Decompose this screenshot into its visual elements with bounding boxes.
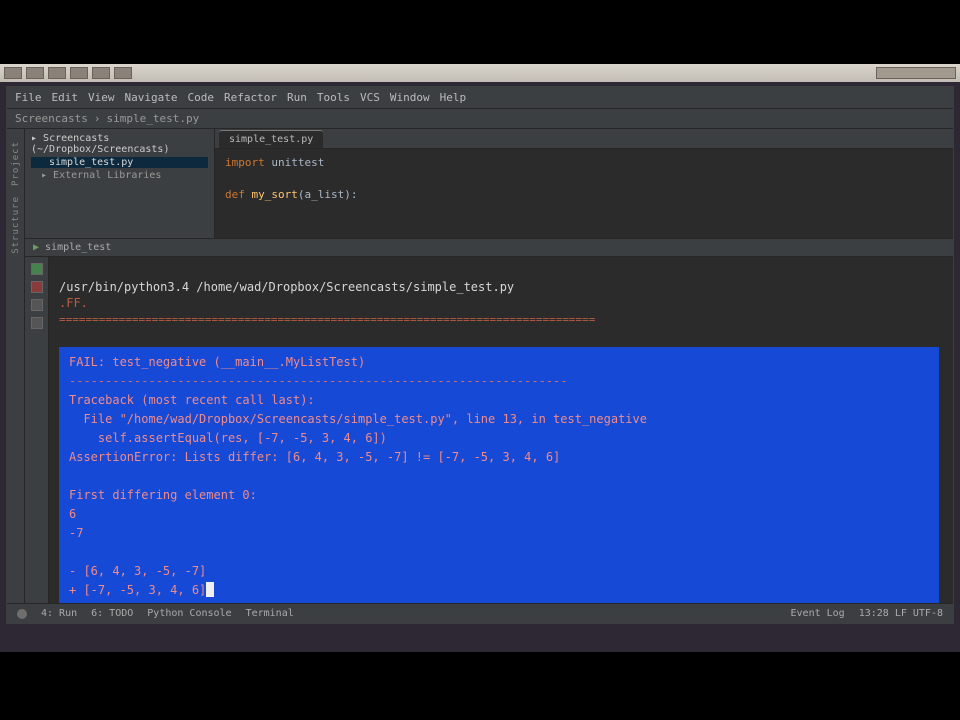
selected-output[interactable]: FAIL: test_negative (__main__.MyListTest… — [59, 347, 939, 603]
text-cursor — [206, 582, 214, 597]
taskbar-app-icon[interactable] — [26, 67, 44, 79]
fail-header: FAIL: test_negative (__main__.MyListTest… — [69, 355, 365, 369]
first-diff-label: First differing element 0: — [69, 488, 257, 502]
traceback-intro: Traceback (most recent call last): — [69, 393, 315, 407]
menu-vcs[interactable]: VCS — [360, 91, 380, 104]
breadcrumb-project[interactable]: Screencasts — [15, 112, 88, 125]
project-tool-label[interactable]: Project — [11, 141, 21, 186]
project-tree[interactable]: ▸ Screencasts (~/Dropbox/Screencasts) si… — [25, 129, 215, 238]
status-python-console[interactable]: Python Console — [147, 608, 231, 619]
taskbar-app-icon[interactable] — [48, 67, 66, 79]
project-root-node[interactable]: ▸ Screencasts (~/Dropbox/Screencasts) — [31, 133, 208, 155]
menu-run[interactable]: Run — [287, 91, 307, 104]
taskbar-app-icon[interactable] — [4, 67, 22, 79]
menubar: File Edit View Navigate Code Refactor Ru… — [7, 87, 953, 109]
menu-edit[interactable]: Edit — [52, 91, 79, 104]
run-icon: ▶ — [33, 242, 39, 253]
run-header[interactable]: ▶ simple_test — [25, 239, 953, 257]
menu-file[interactable]: File — [15, 91, 42, 104]
diff-plus: + [-7, -5, 3, 4, 6] — [69, 583, 206, 597]
menu-code[interactable]: Code — [187, 91, 214, 104]
breadcrumb[interactable]: Screencasts › simple_test.py — [15, 112, 199, 125]
test-result-summary: .FF. — [59, 296, 88, 310]
taskbar-app-icon[interactable] — [70, 67, 88, 79]
ide-window: File Edit View Navigate Code Refactor Ru… — [6, 86, 954, 624]
breadcrumb-sep: › — [94, 112, 101, 125]
menu-window[interactable]: Window — [390, 91, 430, 104]
menu-tools[interactable]: Tools — [317, 91, 350, 104]
traceback-call: self.assertEqual(res, [-7, -5, 3, 4, 6]) — [69, 431, 387, 445]
diff-b: -7 — [69, 526, 83, 540]
run-rerun-button[interactable] — [31, 263, 43, 275]
code-area[interactable]: import unittest def my_sort(a_list): — [215, 149, 953, 209]
menu-refactor[interactable]: Refactor — [224, 91, 277, 104]
structure-tool-label[interactable]: Structure — [11, 196, 21, 254]
project-file-node[interactable]: simple_test.py — [31, 157, 208, 168]
breadcrumb-file[interactable]: simple_test.py — [106, 112, 199, 125]
traceback-file: File "/home/wad/Dropbox/Screencasts/simp… — [69, 412, 647, 426]
run-toolbar — [25, 257, 49, 603]
os-taskbar[interactable] — [0, 64, 960, 82]
run-config-name[interactable]: simple_test — [45, 242, 111, 253]
status-terminal[interactable]: Terminal — [246, 608, 294, 619]
navigation-bar: Screencasts › simple_test.py — [7, 109, 953, 129]
run-tool-window: ▶ simple_test /usr/bin/python3.4 /home/w… — [25, 239, 953, 603]
menu-navigate[interactable]: Navigate — [125, 91, 178, 104]
status-event-log[interactable]: Event Log — [791, 608, 845, 619]
status-indicator-icon[interactable] — [17, 609, 27, 619]
run-toggle-button[interactable] — [31, 299, 43, 311]
tool-stripe-left[interactable]: Project Structure — [7, 129, 25, 603]
taskbar-app-icon[interactable] — [114, 67, 132, 79]
editor-pane[interactable]: simple_test.py import unittest def my_so… — [215, 129, 953, 238]
editor-tab[interactable]: simple_test.py — [219, 130, 323, 148]
status-run[interactable]: 4: Run — [41, 608, 77, 619]
assertion-error: AssertionError: Lists differ: [6, 4, 3, … — [69, 450, 560, 464]
diff-a: 6 — [69, 507, 76, 521]
console-output[interactable]: /usr/bin/python3.4 /home/wad/Dropbox/Scr… — [49, 257, 953, 603]
system-tray[interactable] — [876, 67, 956, 79]
editor-tabs: simple_test.py — [215, 129, 953, 149]
taskbar-app-icon[interactable] — [92, 67, 110, 79]
console-command: /usr/bin/python3.4 /home/wad/Dropbox/Scr… — [59, 280, 514, 294]
menu-help[interactable]: Help — [440, 91, 467, 104]
status-bar: 4: Run 6: TODO Python Console Terminal E… — [7, 603, 953, 623]
external-libraries-node[interactable]: ▸ External Libraries — [31, 170, 208, 181]
run-stop-button[interactable] — [31, 281, 43, 293]
separator-line: ========================================… — [59, 313, 943, 327]
status-cursor-encoding[interactable]: 13:28 LF UTF-8 — [859, 608, 943, 619]
diff-minus: - [6, 4, 3, -5, -7] — [69, 564, 206, 578]
menu-view[interactable]: View — [88, 91, 115, 104]
status-todo[interactable]: 6: TODO — [91, 608, 133, 619]
dash-line: ----------------------------------------… — [69, 374, 568, 388]
run-clear-button[interactable] — [31, 317, 43, 329]
